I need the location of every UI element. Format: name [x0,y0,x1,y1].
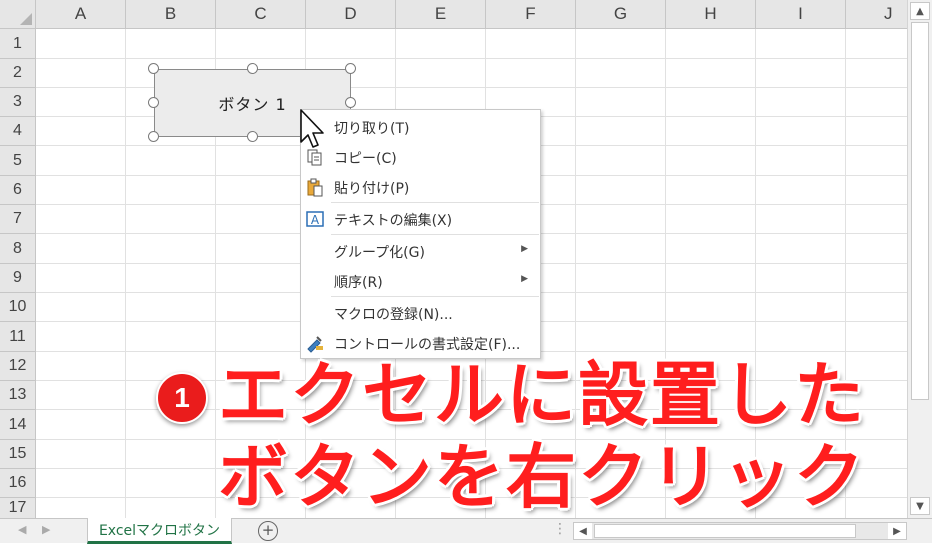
grid-line [36,58,907,59]
paste-icon [307,178,323,197]
menu-item-cut[interactable]: 切り取り(T) [301,112,540,142]
column-header-d[interactable]: D [306,0,396,29]
column-header-f[interactable]: F [486,0,576,29]
menu-item-paste[interactable]: 貼り付け(P) [301,172,540,202]
scroll-up-arrow-icon[interactable]: ▲ [910,2,930,20]
menu-item-group[interactable]: グループ化(G) ▶ [301,236,540,266]
resize-handle[interactable] [247,131,258,142]
menu-item-label: 切り取り(T) [334,121,410,137]
submenu-arrow-icon: ▶ [521,244,528,254]
mouse-pointer-icon [300,109,324,148]
annotation-line-2: ボタンを右クリック [218,436,866,518]
add-sheet-icon[interactable]: + [258,521,278,541]
row-header-16[interactable]: 16 [0,469,36,498]
scroll-right-arrow-icon[interactable]: ▶ [888,523,906,539]
row-header-13[interactable]: 13 [0,381,36,410]
sheet-tab-bar: ◀ ▶ Excelマクロボタン + ⋮ ◀ ▶ [0,518,932,544]
row-header-3[interactable]: 3 [0,88,36,117]
column-header-h[interactable]: H [666,0,756,29]
column-header-c[interactable]: C [216,0,306,29]
row-header-1[interactable]: 1 [0,29,36,59]
menu-item-edit-text[interactable]: A テキストの編集(X) [301,204,540,234]
menu-item-assign-macro[interactable]: マクロの登録(N)... [301,298,540,328]
tab-scroll-right-icon[interactable]: ▶ [42,523,50,536]
row-header-7[interactable]: 7 [0,205,36,234]
vertical-scroll-thumb[interactable] [911,22,929,400]
menu-item-label: テキストの編集(X) [334,213,453,229]
row-header-15[interactable]: 15 [0,440,36,469]
sheet-tab-label: Excelマクロボタン [98,522,221,539]
row-header-14[interactable]: 14 [0,410,36,440]
splitter-handle-icon[interactable]: ⋮ [553,521,567,537]
menu-item-label: コントロールの書式設定(F)... [334,337,521,353]
row-header-6[interactable]: 6 [0,176,36,205]
resize-handle[interactable] [345,63,356,74]
menu-item-label: コピー(C) [334,151,397,167]
text-edit-icon: A [306,211,324,227]
row-header-12[interactable]: 12 [0,352,36,381]
menu-separator [331,202,539,203]
tab-scroll-left-icon[interactable]: ◀ [18,523,26,536]
column-header-i[interactable]: I [756,0,846,29]
row-header-4[interactable]: 4 [0,117,36,146]
form-button-label: ボタン 1 [218,95,287,114]
resize-handle[interactable] [148,131,159,142]
select-all-triangle-icon [20,13,32,25]
menu-item-order[interactable]: 順序(R) ▶ [301,266,540,296]
annotation-line-1: エクセルに設置した [218,354,866,436]
menu-item-label: マクロの登録(N)... [334,307,453,323]
horizontal-scrollbar[interactable]: ◀ ▶ [573,522,907,540]
row-header-10[interactable]: 10 [0,293,36,322]
svg-text:A: A [311,213,320,227]
submenu-arrow-icon: ▶ [521,274,528,284]
menu-separator [331,296,539,297]
scroll-down-arrow-icon[interactable]: ▼ [910,497,930,515]
menu-item-copy[interactable]: コピー(C) [301,142,540,172]
row-header-11[interactable]: 11 [0,322,36,352]
column-header-g[interactable]: G [576,0,666,29]
step-number-badge: 1 [156,372,208,424]
row-header-5[interactable]: 5 [0,146,36,176]
sheet-tab[interactable]: Excelマクロボタン [87,518,232,544]
column-header-e[interactable]: E [396,0,486,29]
resize-handle[interactable] [345,97,356,108]
row-header-2[interactable]: 2 [0,59,36,88]
horizontal-scroll-thumb[interactable] [594,524,856,538]
menu-separator [331,234,539,235]
vertical-scrollbar[interactable]: ▲ ▼ [907,0,932,518]
menu-item-label: 貼り付け(P) [334,181,410,197]
menu-item-label: グループ化(G) [334,245,425,261]
column-header-b[interactable]: B [126,0,216,29]
row-header-8[interactable]: 8 [0,234,36,264]
column-header-a[interactable]: A [36,0,126,29]
resize-handle[interactable] [148,63,159,74]
menu-item-label: 順序(R) [334,275,383,291]
format-control-icon [307,336,323,353]
scroll-left-arrow-icon[interactable]: ◀ [574,523,592,539]
context-menu: 切り取り(T) コピー(C) 貼り付け(P) A テキストの編集(X) グループ… [300,109,541,359]
resize-handle[interactable] [247,63,258,74]
resize-handle[interactable] [148,97,159,108]
select-all-corner[interactable] [0,0,36,29]
row-header-9[interactable]: 9 [0,264,36,293]
grid-line [125,29,126,518]
row-header-17[interactable]: 17 [0,498,36,518]
copy-icon [307,149,322,166]
